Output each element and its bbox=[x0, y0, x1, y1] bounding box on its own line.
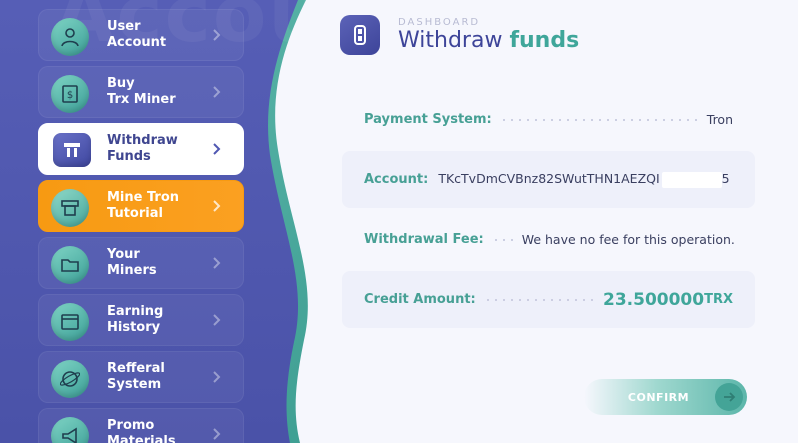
sidebar-item-refferal-system[interactable]: Refferal System bbox=[38, 351, 244, 403]
chevron-right-icon bbox=[213, 143, 221, 155]
page-title: Withdraw funds bbox=[398, 28, 579, 53]
confirm-button[interactable]: CONFIRM bbox=[584, 379, 747, 415]
chevron-right-icon bbox=[213, 200, 221, 212]
chevron-right-icon bbox=[213, 371, 221, 383]
sidebar-item-label: Buy Trx Miner bbox=[107, 76, 176, 107]
chevron-right-icon bbox=[213, 257, 221, 269]
withdrawal-fee-label: Withdrawal Fee: bbox=[364, 232, 484, 247]
sidebar-item-buy-trx-miner[interactable]: $ Buy Trx Miner bbox=[38, 66, 244, 118]
atm-icon bbox=[51, 189, 89, 227]
withdrawal-fee-value: We have no fee for this operation. bbox=[521, 232, 735, 247]
chevron-right-icon bbox=[213, 428, 221, 440]
sidebar-item-label: Withdraw Funds bbox=[107, 133, 178, 164]
sidebar-item-your-miners[interactable]: Your Miners bbox=[38, 237, 244, 289]
account-label: Account: bbox=[364, 172, 429, 187]
page-title-accent: funds bbox=[509, 28, 580, 53]
sidebar-item-mine-tron-tutorial[interactable]: Mine Tron Tutorial bbox=[38, 180, 244, 232]
window-icon bbox=[51, 303, 89, 341]
withdrawal-fee-row: Withdrawal Fee: We have no fee for this … bbox=[342, 211, 755, 268]
sidebar-item-label: Promo Materials bbox=[107, 418, 176, 443]
sidebar-item-label: Your Miners bbox=[107, 247, 157, 278]
withdraw-icon bbox=[53, 133, 91, 167]
credit-amount-label: Credit Amount: bbox=[364, 292, 476, 307]
credit-amount-row: Credit Amount: 23.500000 TRX bbox=[342, 271, 755, 328]
chevron-right-icon bbox=[213, 314, 221, 326]
page-title-main: Withdraw bbox=[398, 28, 503, 53]
sidebar-item-label: Earning History bbox=[107, 304, 164, 335]
payment-system-label: Payment System: bbox=[364, 112, 492, 127]
chevron-right-icon bbox=[213, 86, 221, 98]
dotted-leader bbox=[483, 298, 595, 301]
folder-icon bbox=[51, 246, 89, 284]
account-row: Account: TKcTvDmCVBnz82SWutTHN1AEZQI 5 bbox=[342, 151, 755, 208]
sidebar-item-label: User Account bbox=[107, 19, 167, 50]
withdraw-form: Payment System: Tron Account: TKcTvDmCVB… bbox=[342, 91, 755, 331]
dotted-leader bbox=[499, 118, 699, 121]
sidebar-item-earning-history[interactable]: Earning History bbox=[38, 294, 244, 346]
dotted-leader bbox=[491, 238, 514, 241]
sidebar-item-withdraw-funds[interactable]: Withdraw Funds bbox=[38, 123, 244, 175]
arrow-right-icon bbox=[715, 383, 743, 411]
megaphone-icon bbox=[51, 417, 89, 443]
credit-amount-value: 23.500000 bbox=[603, 289, 705, 310]
wallet-logo-icon bbox=[340, 15, 380, 55]
payment-system-value[interactable]: Tron bbox=[707, 112, 733, 127]
sidebar-item-label: Refferal System bbox=[107, 361, 165, 392]
sidebar-item-user-account[interactable]: User Account bbox=[38, 9, 244, 61]
globe-icon bbox=[51, 360, 89, 398]
account-value[interactable]: TKcTvDmCVBnz82SWutTHN1AEZQI 5 bbox=[438, 171, 730, 188]
payment-system-row: Payment System: Tron bbox=[342, 91, 755, 148]
sidebar-menu: User Account $ Buy Trx Miner Withdraw Fu… bbox=[38, 9, 244, 443]
credit-amount-unit: TRX bbox=[704, 292, 733, 307]
receipt-icon: $ bbox=[51, 75, 89, 113]
account-address-tail: 5 bbox=[721, 171, 730, 187]
breadcrumb: DASHBOARD bbox=[398, 17, 481, 28]
account-address: TKcTvDmCVBnz82SWutTHN1AEZQI bbox=[438, 171, 660, 187]
user-icon bbox=[51, 18, 89, 56]
confirm-label: CONFIRM bbox=[627, 390, 690, 404]
sidebar-item-label: Mine Tron Tutorial bbox=[107, 190, 180, 221]
svg-text:$: $ bbox=[67, 90, 73, 101]
chevron-right-icon bbox=[213, 29, 221, 41]
sidebar-item-promo-materials[interactable]: Promo Materials bbox=[38, 408, 244, 443]
redacted-block bbox=[661, 171, 722, 188]
